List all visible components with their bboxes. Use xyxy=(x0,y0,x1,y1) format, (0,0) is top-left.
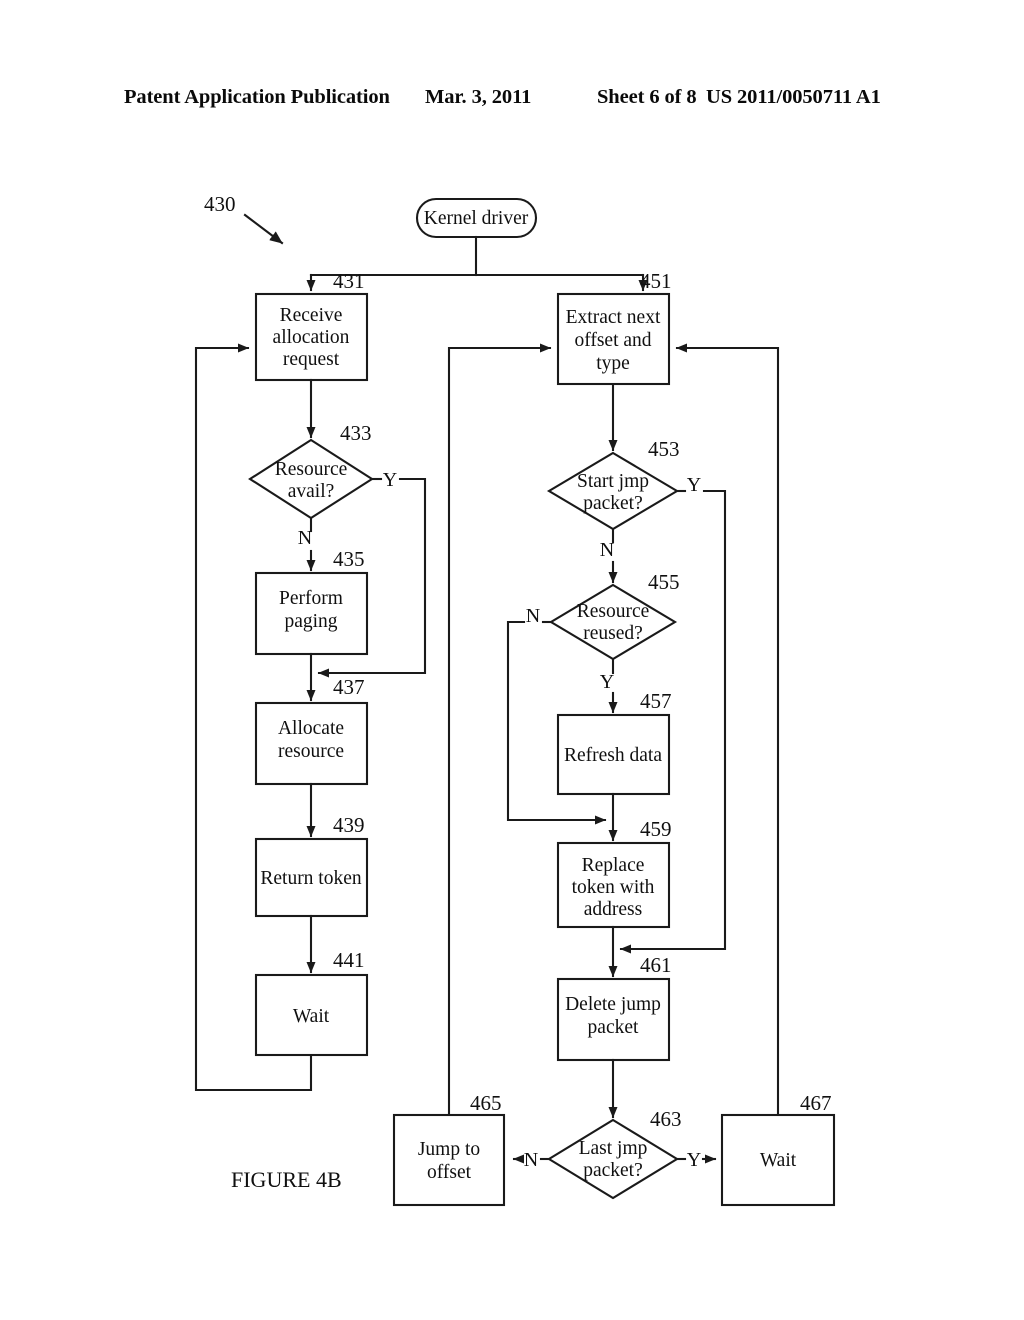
node-453-ref: 453 xyxy=(648,437,680,461)
node-465-box xyxy=(392,1113,506,1207)
node-433-ref: 433 xyxy=(340,421,372,445)
node-459-label-line2: token with xyxy=(572,877,655,898)
patent-page: Patent Application Publication Mar. 3, 2… xyxy=(0,0,1024,1320)
node-465-label-line1: Jump to xyxy=(418,1139,480,1160)
node-467-ref: 467 xyxy=(800,1091,832,1115)
node-433-label-line1: Resource xyxy=(275,459,348,480)
conn-465-loop-to-451 xyxy=(447,343,552,1117)
node-431-label-line1: Receive xyxy=(280,305,343,326)
node-437-label-line1: Allocate xyxy=(278,718,344,739)
node-451-label-line3: type xyxy=(596,353,630,374)
node-451-label-line1: Extract next xyxy=(566,307,661,328)
node-459-ref: 459 xyxy=(640,817,672,841)
node-455-label-line2: reused? xyxy=(583,623,643,644)
branch-463-yes-label: Y xyxy=(687,1149,701,1171)
branch-455-no-label: N xyxy=(526,605,540,627)
start-node-label: Kernel driver xyxy=(424,208,529,229)
node-461-label-line2: packet xyxy=(588,1017,639,1038)
flowchart-figure-4b: 430 Kernel driver 431 Receive allocation… xyxy=(194,192,836,1207)
diagram-ref-430: 430 xyxy=(204,192,236,216)
branch-455-yes-label: Y xyxy=(600,671,614,693)
node-463-ref: 463 xyxy=(650,1107,682,1131)
node-441-ref: 441 xyxy=(333,948,365,972)
node-455-ref: 455 xyxy=(648,570,680,594)
branch-463-no-label: N xyxy=(524,1149,538,1171)
node-467-label-line1: Wait xyxy=(760,1150,797,1171)
node-463-label-line2: packet? xyxy=(583,1160,643,1181)
branch-453-yes-label: Y xyxy=(687,474,701,496)
node-457-label-line1: Refresh data xyxy=(564,745,662,766)
node-433-label-line2: avail? xyxy=(288,481,335,502)
conn-467-loop-to-451 xyxy=(675,343,780,1117)
node-439-ref: 439 xyxy=(333,813,365,837)
figure-caption: FIGURE 4B xyxy=(231,1167,342,1192)
node-441-label-line1: Wait xyxy=(293,1006,330,1027)
node-461-label-line1: Delete jump xyxy=(565,994,661,1015)
node-437-ref: 437 xyxy=(333,675,365,699)
node-431-ref: 431 xyxy=(333,269,365,293)
node-435-label-line2: paging xyxy=(284,611,337,632)
node-463-diamond xyxy=(546,1118,680,1200)
node-455-label-line1: Resource xyxy=(577,601,650,622)
node-465-label-line2: offset xyxy=(427,1162,472,1183)
node-463-label-line1: Last jmp xyxy=(579,1138,648,1159)
node-455-diamond xyxy=(548,583,678,661)
node-457-ref: 457 xyxy=(640,689,672,713)
node-459-label-line3: address xyxy=(584,899,642,920)
node-435-ref: 435 xyxy=(333,547,365,571)
node-435-label-line1: Perform xyxy=(279,588,343,609)
diagram-ref-arrow xyxy=(243,213,284,245)
node-437-label-line2: resource xyxy=(278,741,344,762)
node-461-ref: 461 xyxy=(640,953,672,977)
node-459-label-line1: Replace xyxy=(582,855,645,876)
node-453-label-line2: packet? xyxy=(583,493,643,514)
branch-433-yes-label: Y xyxy=(383,469,397,491)
node-451-ref: 451 xyxy=(640,269,672,293)
node-451-label-line2: offset and xyxy=(574,330,651,351)
node-465-ref: 465 xyxy=(470,1091,502,1115)
node-431-label-line3: request xyxy=(283,349,340,370)
node-453-label-line1: Start jmp xyxy=(577,471,649,492)
node-439-label-line1: Return token xyxy=(260,868,362,889)
node-431-label-line2: allocation xyxy=(273,327,350,348)
